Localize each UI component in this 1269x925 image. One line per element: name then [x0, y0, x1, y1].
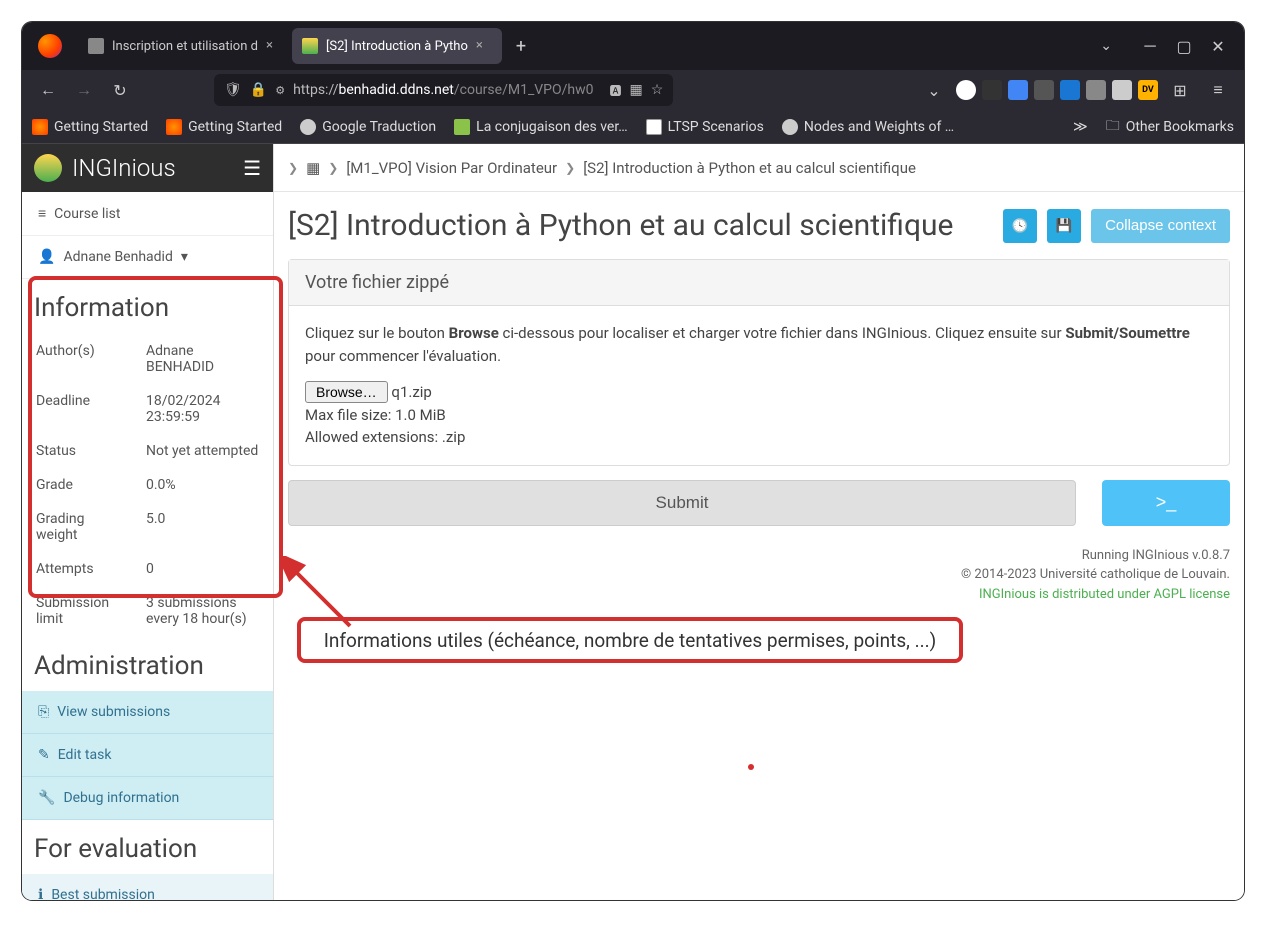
info-icon: ℹ — [38, 887, 43, 900]
minimize-icon[interactable]: ─ — [1142, 38, 1158, 54]
shield-icon: 🛡 — [224, 82, 242, 98]
tab-favicon — [88, 38, 104, 54]
browser-tab[interactable]: Inscription et utilisation d × — [78, 28, 292, 64]
browse-button[interactable]: Browse… — [305, 381, 388, 403]
maxsize-label: Max file size: 1.0 MiB — [305, 404, 1213, 427]
caret-down-icon: ▾ — [181, 249, 188, 265]
sidebar-user[interactable]: 👤 Adnane Benhadid ▾ — [22, 236, 273, 279]
extension-icon[interactable] — [1008, 80, 1028, 100]
terminal-button[interactable]: >_ — [1102, 480, 1230, 526]
brand-name: INGInious — [72, 154, 176, 182]
back-button[interactable]: ← — [32, 74, 64, 106]
bookmark-item[interactable]: Google Traduction — [300, 119, 436, 135]
card-header: Votre fichier zippé — [289, 260, 1229, 306]
chevron-right-icon: ❯ — [328, 161, 338, 175]
eval-best-submission[interactable]: ℹBest submission — [22, 874, 273, 900]
agpl-link[interactable]: INGInious is distributed under AGPL lice… — [979, 587, 1230, 602]
submit-button[interactable]: Submit — [288, 480, 1076, 526]
url-path: /course/M1_VPO/hw0 — [454, 82, 594, 98]
bookmarks-bar: Getting Started Getting Started Google T… — [22, 110, 1244, 144]
url-prefix: https:// — [293, 82, 338, 98]
user-icon: 👤 — [38, 249, 55, 265]
page-title: [S2] Introduction à Python et au calcul … — [288, 208, 993, 243]
browser-tab-active[interactable]: [S2] Introduction à Pytho × — [292, 28, 502, 64]
brand-logo — [34, 154, 62, 182]
url-domain: benhadid.ddns.net — [338, 82, 453, 98]
close-icon[interactable]: × — [266, 38, 282, 54]
overflow-icon[interactable]: ≫ — [1073, 119, 1088, 135]
list-icon: ≡ — [38, 205, 46, 222]
chevron-down-icon[interactable]: ⌄ — [1100, 38, 1112, 54]
filename-label: q1.zip — [391, 383, 431, 401]
extension-icon[interactable] — [1034, 80, 1054, 100]
admin-view-submissions[interactable]: ⎘View submissions — [22, 691, 273, 734]
extension-icon[interactable]: DV — [1138, 80, 1158, 100]
browser-toolbar: ← → ↻ 🛡 🔒 ⚙ https://benhadid.ddns.net/co… — [22, 70, 1244, 110]
eval-heading: For evaluation — [22, 820, 273, 874]
breadcrumb-task[interactable]: [S2] Introduction à Python et au calcul … — [583, 159, 916, 177]
menu-icon[interactable]: ≡ — [1202, 74, 1234, 106]
admin-edit-task[interactable]: ✎Edit task — [22, 734, 273, 777]
footer: Running INGInious v.0.8.7 © 2014-2023 Un… — [274, 542, 1244, 609]
extension-icon[interactable] — [982, 80, 1002, 100]
tab-favicon — [302, 38, 318, 54]
grid-icon[interactable]: ▦ — [306, 159, 320, 177]
extension-icon[interactable] — [1086, 80, 1106, 100]
annotation-callout: Informations utiles (échéance, nombre de… — [297, 617, 963, 663]
extension-icon[interactable] — [956, 80, 976, 100]
wrench-icon: 🔧 — [38, 790, 55, 806]
lock-icon: 🔒 — [250, 82, 267, 98]
firefox-icon — [38, 34, 62, 58]
hamburger-icon[interactable]: ☰ — [243, 156, 261, 180]
pocket-icon[interactable]: ⌄ — [918, 74, 950, 106]
reload-button[interactable]: ↻ — [104, 74, 136, 106]
admin-debug[interactable]: 🔧Debug information — [22, 777, 273, 820]
bookmark-item[interactable]: Getting Started — [32, 119, 148, 135]
forward-button[interactable]: → — [68, 74, 100, 106]
main-content: ❯ ▦ ❯ [M1_VPO] Vision Par Ordinateur ❯ [… — [274, 144, 1244, 900]
translate-icon[interactable]: 🅰 — [610, 82, 622, 99]
close-icon[interactable]: × — [476, 38, 492, 54]
maximize-icon[interactable]: ▢ — [1176, 38, 1192, 54]
upload-card: Votre fichier zippé Cliquez sur le bouto… — [288, 259, 1230, 466]
bookmark-item[interactable]: Nodes and Weights of … — [782, 119, 954, 135]
extensions-icon[interactable]: ⊞ — [1164, 74, 1196, 106]
tab-title: Inscription et utilisation d — [112, 39, 258, 54]
extension-icon[interactable] — [1060, 80, 1080, 100]
brand-header[interactable]: INGInious ☰ — [22, 144, 273, 192]
admin-heading: Administration — [22, 637, 273, 691]
copy-icon: ⎘ — [38, 704, 49, 720]
annotation-info-box — [28, 276, 283, 598]
allowed-ext-label: Allowed extensions: .zip — [305, 426, 1213, 449]
sidebar-course-list[interactable]: ≡ Course list — [22, 192, 273, 236]
extension-icon[interactable] — [1112, 80, 1132, 100]
chevron-right-icon: ❯ — [288, 161, 298, 175]
other-bookmarks[interactable]: 🗀Other Bookmarks — [1106, 115, 1234, 139]
collapse-context-button[interactable]: Collapse context — [1091, 209, 1230, 243]
reader-icon[interactable]: ▦ — [630, 82, 643, 98]
url-bar[interactable]: 🛡 🔒 ⚙ https://benhadid.ddns.net/course/M… — [214, 74, 673, 106]
upload-instructions: Cliquez sur le bouton Browse ci-dessous … — [305, 322, 1213, 367]
settings-toggle-icon: ⚙ — [275, 84, 285, 97]
bookmark-item[interactable]: LTSP Scenarios — [646, 119, 764, 135]
chevron-right-icon: ❯ — [565, 161, 575, 175]
annotation-dot — [748, 764, 754, 770]
edit-icon: ✎ — [38, 747, 50, 763]
breadcrumb-course[interactable]: [M1_VPO] Vision Par Ordinateur — [346, 159, 557, 177]
bookmark-item[interactable]: Getting Started — [166, 119, 282, 135]
save-button[interactable]: 💾 — [1047, 209, 1081, 243]
close-window-icon[interactable]: ✕ — [1210, 38, 1226, 54]
bookmark-star-icon[interactable]: ☆ — [651, 82, 664, 98]
breadcrumb: ❯ ▦ ❯ [M1_VPO] Vision Par Ordinateur ❯ [… — [274, 144, 1244, 192]
bookmark-item[interactable]: La conjugaison des ver… — [454, 119, 627, 135]
new-tab-button[interactable]: + — [502, 36, 540, 57]
tab-title: [S2] Introduction à Pytho — [326, 39, 468, 54]
clock-button[interactable]: 🕓 — [1003, 209, 1037, 243]
titlebar: Inscription et utilisation d × [S2] Intr… — [22, 22, 1244, 70]
